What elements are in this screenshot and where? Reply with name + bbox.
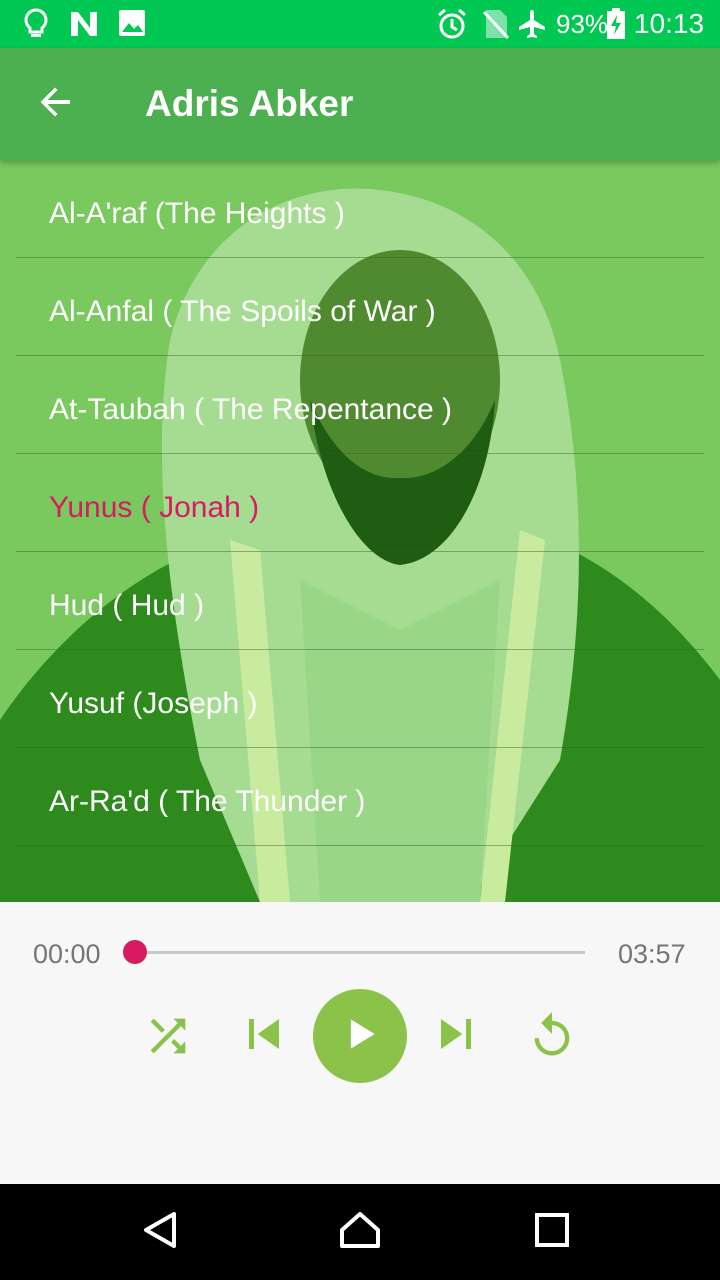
nav-back-button[interactable] — [132, 1208, 188, 1256]
track-title: Al-Anfal ( The Spoils of War ) — [49, 295, 436, 328]
track-title: Yunus ( Jonah ) — [49, 491, 260, 524]
track-list-area: Al-A'raf (The Heights ) Al-Anfal ( The S… — [0, 160, 720, 902]
shuffle-button[interactable] — [140, 1010, 196, 1066]
track-item[interactable]: Hud ( Hud ) — [16, 552, 704, 650]
arrow-back-icon — [38, 84, 74, 125]
play-button[interactable] — [313, 989, 407, 1083]
track-item[interactable]: Ar-Ra'd ( The Thunder ) — [16, 748, 704, 846]
lightbulb-icon — [22, 8, 50, 45]
next-button[interactable] — [426, 1006, 486, 1066]
recents-icon — [534, 1212, 570, 1253]
status-time: 10:13 — [634, 8, 705, 39]
airplane-icon — [516, 8, 548, 45]
home-icon — [338, 1208, 382, 1257]
image-icon — [118, 8, 146, 43]
track-title: Al-A'raf (The Heights ) — [49, 197, 345, 230]
battery-charging-icon — [606, 8, 626, 45]
total-time: 03:57 — [618, 939, 686, 969]
skip-previous-icon — [234, 1004, 294, 1069]
back-triangle-icon — [140, 1210, 180, 1255]
skip-next-icon — [426, 1004, 486, 1069]
status-bar: 93% 10:13 — [0, 0, 720, 48]
track-item[interactable]: Al-Anfal ( The Spoils of War ) — [16, 258, 704, 356]
nav-recents-button[interactable] — [524, 1208, 580, 1256]
track-list: Al-A'raf (The Heights ) Al-Anfal ( The S… — [16, 160, 704, 846]
play-icon — [338, 1012, 382, 1061]
page-title: Adris Abker — [145, 83, 354, 124]
repeat-icon — [526, 1010, 578, 1067]
track-title: Yusuf (Joseph ) — [49, 687, 258, 720]
shuffle-icon — [142, 1010, 194, 1067]
seek-bar-thumb[interactable] — [123, 940, 147, 964]
battery-percent: 93% — [556, 9, 609, 39]
repeat-button[interactable] — [524, 1010, 580, 1066]
previous-button[interactable] — [234, 1006, 294, 1066]
track-item[interactable]: Al-A'raf (The Heights ) — [16, 160, 704, 258]
track-title: Ar-Ra'd ( The Thunder ) — [49, 785, 366, 818]
track-item-active[interactable]: Yunus ( Jonah ) — [16, 454, 704, 552]
track-title: Hud ( Hud ) — [49, 589, 205, 622]
no-sim-icon — [482, 8, 510, 45]
n-logo-icon — [68, 8, 100, 45]
current-time: 00:00 — [33, 939, 101, 969]
player-panel: 00:00 03:57 — [0, 902, 720, 1184]
track-item[interactable]: Yusuf (Joseph ) — [16, 650, 704, 748]
system-nav-bar — [0, 1184, 720, 1280]
nav-home-button[interactable] — [332, 1208, 388, 1256]
app-bar: Adris Abker — [0, 48, 720, 160]
back-button[interactable] — [24, 80, 88, 128]
track-title: At-Taubah ( The Repentance ) — [49, 393, 453, 426]
track-item[interactable]: At-Taubah ( The Repentance ) — [16, 356, 704, 454]
seek-bar[interactable] — [134, 951, 585, 954]
alarm-icon — [436, 8, 468, 45]
